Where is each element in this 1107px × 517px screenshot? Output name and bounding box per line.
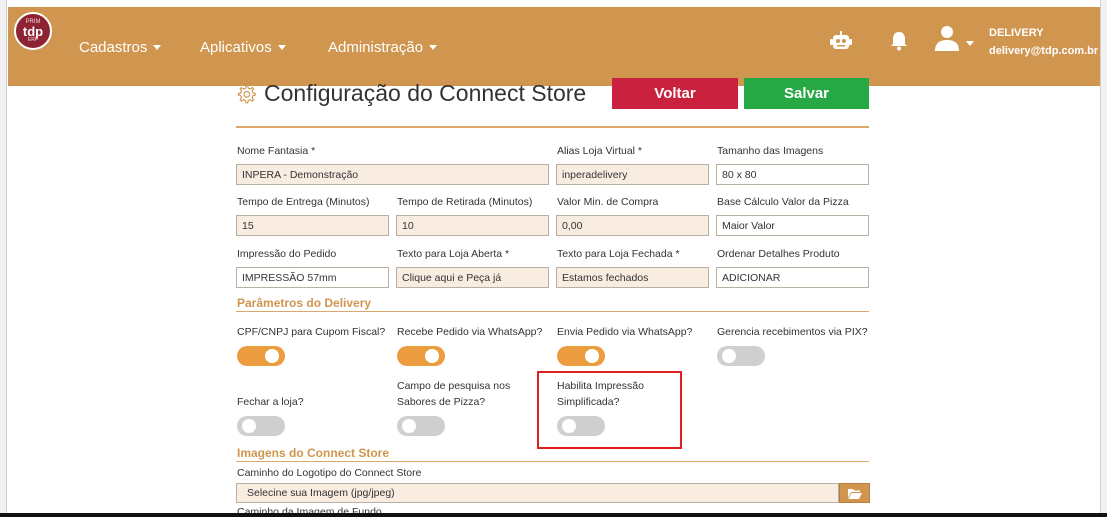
tdp-logo[interactable]: PRIM tdp ERP — [14, 12, 52, 50]
campo-pesquisa-label-line2: Sabores de Pizza? — [397, 396, 486, 408]
toggle-knob — [242, 419, 256, 433]
valor-min-label: Valor Min. de Compra — [557, 196, 659, 208]
texto-fechada-label: Texto para Loja Fechada * — [557, 248, 680, 260]
envia-whatsapp-label: Envia Pedido via WhatsApp? — [557, 326, 693, 338]
base-calculo-label: Base Cálculo Valor da Pizza — [717, 196, 849, 208]
user-name[interactable]: DELIVERY — [989, 27, 1044, 39]
logo-path-label: Caminho do Logotipo do Connect Store — [237, 467, 422, 479]
logo-bottom-text: ERP — [27, 37, 39, 43]
impressao-pedido-label: Impressão do Pedido — [237, 248, 337, 260]
fechar-loja-label: Fechar a loja? — [237, 396, 304, 408]
page-title: Configuração do Connect Store — [264, 80, 587, 106]
pix-label: Gerencia recebimentos via PIX? — [717, 326, 868, 338]
menu-aplicativos-label: Aplicativos — [200, 39, 272, 56]
toggle-knob — [585, 349, 599, 363]
chevron-down-icon — [429, 45, 438, 50]
window-right-edge — [1100, 0, 1107, 517]
title-divider — [236, 126, 869, 128]
cpf-toggle[interactable] — [237, 346, 285, 366]
params-divider — [236, 311, 869, 312]
back-button[interactable]: Voltar — [612, 78, 738, 109]
menu-administracao-label: Administração — [328, 39, 424, 56]
window-bottom-edge — [0, 513, 1107, 517]
window-top-edge — [0, 0, 1107, 7]
nome-fantasia-input[interactable]: INPERA - Demonstração — [236, 164, 549, 185]
save-button[interactable]: Salvar — [744, 78, 869, 109]
chevron-down-icon — [277, 45, 286, 50]
top-navbar: PRIM tdp ERP Cadastros Aplicativos Admin… — [8, 7, 1100, 86]
tamanho-imagens-label: Tamanho das Imagens — [717, 145, 824, 157]
tempo-retirada-input[interactable]: 10 — [396, 215, 549, 236]
valor-min-input[interactable]: 0,00 — [556, 215, 709, 236]
envia-whatsapp-toggle[interactable] — [557, 346, 605, 366]
params-section-title: Parâmetros do Delivery — [237, 296, 372, 310]
ordenar-label: Ordenar Detalhes Produto — [717, 248, 840, 260]
menu-cadastros[interactable]: Cadastros — [79, 39, 162, 56]
highlight-box — [537, 371, 682, 449]
folder-open-button[interactable] — [839, 483, 870, 503]
window-left-edge — [0, 0, 7, 517]
toggle-knob — [722, 349, 736, 363]
pix-toggle[interactable] — [717, 346, 765, 366]
logo-path-input[interactable]: Selecine sua Imagem (jpg/jpeg) — [236, 483, 839, 503]
base-calculo-select[interactable]: Maior Valor — [716, 215, 869, 236]
tempo-entrega-input[interactable]: 15 — [236, 215, 389, 236]
gear-icon — [236, 84, 256, 109]
folder-open-icon — [847, 488, 862, 499]
toggle-knob — [402, 419, 416, 433]
campo-pesquisa-label-line1: Campo de pesquisa nos — [397, 380, 511, 392]
texto-aberta-label: Texto para Loja Aberta * — [397, 248, 510, 260]
impressao-pedido-select[interactable]: IMPRESSÃO 57mm — [236, 267, 389, 288]
menu-cadastros-label: Cadastros — [79, 39, 148, 56]
fechar-loja-toggle[interactable] — [237, 416, 285, 436]
tamanho-imagens-select[interactable]: 80 x 80 — [716, 164, 869, 185]
menu-administracao[interactable]: Administração — [328, 39, 438, 56]
toggle-knob — [265, 349, 279, 363]
chevron-down-icon — [153, 45, 162, 50]
robot-icon[interactable] — [830, 31, 852, 56]
bell-icon[interactable] — [890, 31, 908, 56]
cpf-label: CPF/CNPJ para Cupom Fiscal? — [237, 326, 386, 338]
ordenar-select[interactable]: ADICIONAR — [716, 267, 869, 288]
user-email[interactable]: delivery@tdp.com.br — [989, 45, 1098, 57]
images-divider — [236, 461, 869, 462]
user-icon[interactable] — [935, 25, 975, 58]
tempo-retirada-label: Tempo de Retirada (Minutos) — [397, 196, 533, 208]
menu-aplicativos[interactable]: Aplicativos — [200, 39, 286, 56]
texto-fechada-input[interactable]: Estamos fechados — [556, 267, 709, 288]
images-section-title: Imagens do Connect Store — [237, 446, 390, 460]
recebe-whatsapp-label: Recebe Pedido via WhatsApp? — [397, 326, 543, 338]
nome-fantasia-label: Nome Fantasia * — [237, 145, 316, 157]
alias-label: Alias Loja Virtual * — [557, 145, 643, 157]
recebe-whatsapp-toggle[interactable] — [397, 346, 445, 366]
alias-input[interactable]: inperadelivery — [556, 164, 709, 185]
toggle-knob — [425, 349, 439, 363]
texto-aberta-input[interactable]: Clique aqui e Peça já — [396, 267, 549, 288]
tempo-entrega-label: Tempo de Entrega (Minutos) — [237, 196, 370, 208]
campo-pesquisa-toggle[interactable] — [397, 416, 445, 436]
